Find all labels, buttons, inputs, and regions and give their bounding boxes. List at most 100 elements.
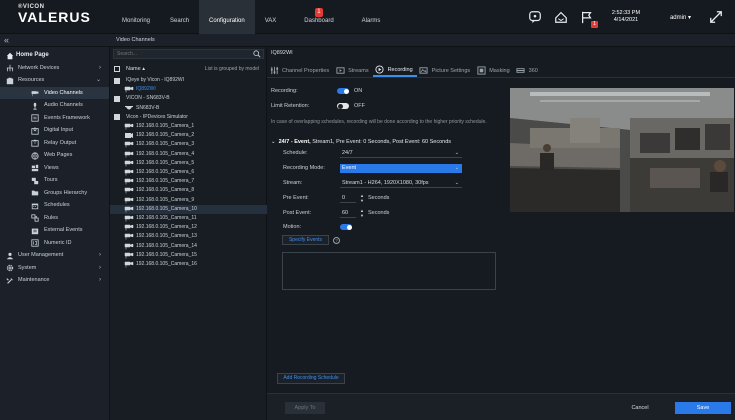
nav-configuration[interactable]: Configuration — [199, 0, 255, 34]
sidebar-item-video-channels[interactable]: Video Channels — [0, 86, 109, 99]
post-event-input[interactable]: 60 — [340, 209, 356, 218]
sidebar-item-groups-hierarchy[interactable]: Groups Hierarchy — [0, 187, 109, 200]
tree-channel-row[interactable]: 192.168.0.105_Camera_4 — [110, 150, 267, 159]
tree-channel-row[interactable]: 192.168.0.105_Camera_5 — [110, 159, 267, 168]
tree-channel-row[interactable]: 192.168.0.105_Camera_3 — [110, 140, 267, 149]
sidebar-network-devices[interactable]: Network Devices › — [0, 62, 109, 75]
help-icon[interactable]: ? — [333, 237, 340, 244]
inbox-icon[interactable] — [550, 6, 572, 28]
flag-badge: 1 — [590, 21, 598, 28]
breadcrumb-bar: « Video Channels — [0, 34, 735, 47]
tree-channel-row[interactable]: 192.168.0.105_Camera_2 — [110, 131, 267, 140]
nav-search[interactable]: Search — [160, 0, 199, 34]
recording-mode-label: Recording Mode: — [283, 165, 325, 171]
name-sort-header[interactable]: Name ▴ — [126, 66, 145, 72]
tab-recording[interactable]: Recording — [372, 64, 417, 77]
fullscreen-icon[interactable] — [705, 6, 727, 28]
tree-group[interactable]: Vicon - IPDevices Simulator — [110, 113, 267, 122]
stream-select[interactable]: Stream1 - H264, 1920X1080, 30fps ⌄ — [340, 179, 462, 188]
post-event-stepper[interactable]: ▲ ▼ — [360, 208, 365, 218]
sidebar-maintenance[interactable]: Maintenance › — [0, 274, 109, 287]
tree-channel-row[interactable]: 192.168.0.105_Camera_7 — [110, 177, 267, 186]
tree-channel-row[interactable]: 192.168.0.105_Camera_1 — [110, 122, 267, 131]
sidebar-item-views[interactable]: Views — [0, 162, 109, 175]
camera-icon — [124, 206, 134, 213]
sidebar-system[interactable]: System › — [0, 262, 109, 275]
post-event-unit: Seconds — [368, 210, 390, 216]
sidebar-item-relay-output[interactable]: Relay Output — [0, 137, 109, 150]
tree-group[interactable]: IQeye by Vicon - IQ892WI — [110, 76, 267, 85]
tree-channel-row[interactable]: 192.168.0.105_Camera_10 — [110, 204, 267, 214]
nav-dashboard[interactable]: 1 Dashboard — [286, 0, 351, 34]
tree-row-label: 192.168.0.105_Camera_10 — [136, 205, 197, 212]
rules-icon — [30, 214, 39, 223]
schedule-header-title: 24/7 - Event, — [278, 139, 311, 145]
tab-streams[interactable]: Streams — [333, 64, 372, 77]
tab-picture-settings[interactable]: Picture Settings — [417, 64, 475, 77]
sidebar-item-digital-input[interactable]: Digital Input — [0, 124, 109, 137]
tab-label: Recording — [387, 66, 413, 73]
chat-icon[interactable] — [524, 6, 546, 28]
search-icon[interactable] — [253, 50, 261, 58]
tree-channel-row[interactable]: IQ892WI — [110, 85, 267, 94]
sidebar-item-events-framework[interactable]: Events Framework — [0, 112, 109, 125]
top-right-toolbar: 1 2:52:33 PM 4/14/2021 admin ▾ — [520, 0, 727, 34]
tab-channel-properties[interactable]: Channel Properties — [267, 64, 333, 77]
pre-event-stepper[interactable]: ▲ ▼ — [360, 193, 365, 203]
sidebar-item-external-events[interactable]: External Events — [0, 224, 109, 237]
tree-channel-row[interactable]: 192.168.0.105_Camera_13 — [110, 232, 267, 241]
grouped-note: List is grouped by model — [204, 66, 259, 72]
camera-icon — [124, 224, 134, 231]
sidebar-item-rules[interactable]: Rules — [0, 212, 109, 225]
sidebar-item-label: Digital Input — [44, 127, 74, 133]
user-menu[interactable]: admin ▾ — [660, 6, 701, 28]
sidebar-item-schedules[interactable]: Schedules — [0, 199, 109, 212]
cancel-button[interactable]: Cancel — [620, 402, 660, 414]
tree-channel-row[interactable]: SN683V-B — [110, 104, 267, 113]
recording-toggle[interactable] — [337, 88, 349, 94]
select-all-checkbox[interactable] — [114, 66, 120, 72]
tree-channel-row[interactable]: 192.168.0.105_Camera_16 — [110, 260, 267, 269]
tree-channel-row[interactable]: 192.168.0.105_Camera_14 — [110, 242, 267, 251]
tab-masking[interactable]: Masking — [474, 64, 513, 77]
specify-events-button[interactable]: Specify Events — [282, 235, 329, 245]
tree-row-label: IQ892WI — [136, 86, 156, 93]
sidebar-item-numeric-id[interactable]: Numeric ID — [0, 237, 109, 250]
tab-360[interactable]: 360 — [514, 64, 542, 77]
search-input[interactable] — [117, 50, 247, 58]
tree-group[interactable]: VICON - SN683V-B — [110, 94, 267, 103]
motion-toggle[interactable] — [340, 224, 352, 230]
tree-channel-row[interactable]: 192.168.0.105_Camera_12 — [110, 223, 267, 232]
pre-event-input[interactable]: 0 — [340, 194, 356, 203]
sidebar-item-tours[interactable]: Tours — [0, 174, 109, 187]
group-toggle-icon[interactable] — [114, 95, 120, 102]
apply-to-button[interactable]: Apply To — [285, 402, 325, 414]
add-recording-schedule-button[interactable]: Add Recording Schedule — [277, 373, 345, 384]
group-toggle-icon[interactable] — [114, 114, 120, 121]
tree-channel-row[interactable]: 192.168.0.105_Camera_9 — [110, 196, 267, 205]
pre-event-label: Pre Event: — [283, 195, 309, 201]
tree-channel-row[interactable]: 192.168.0.105_Camera_8 — [110, 186, 267, 195]
tree-channel-row[interactable]: 192.168.0.105_Camera_11 — [110, 214, 267, 223]
sidebar-user-management[interactable]: User Management › — [0, 249, 109, 262]
nav-monitoring[interactable]: Monitoring — [112, 0, 160, 34]
nav-alarms[interactable]: Alarms — [352, 0, 391, 34]
sidebar-item-label: Tours — [44, 177, 58, 183]
recording-mode-select[interactable]: Event ⌄ — [340, 164, 462, 173]
schedule-select[interactable]: 24/7 ⌄ — [340, 149, 462, 158]
camera-icon — [124, 215, 134, 222]
flag-icon[interactable]: 1 — [576, 6, 598, 28]
collapse-sidebar-icon[interactable]: « — [4, 35, 9, 45]
schedule-header[interactable]: ⌄ 24/7 - Event, Stream1, Pre Event: 0 Sec… — [271, 139, 451, 145]
nav-vax[interactable]: VAX — [255, 0, 287, 34]
sidebar-resources[interactable]: Resources ⌄ — [0, 74, 109, 87]
group-toggle-icon[interactable] — [114, 77, 120, 84]
limit-retention-toggle[interactable] — [337, 103, 349, 109]
sidebar-item-audio-channels[interactable]: Audio Channels — [0, 99, 109, 112]
stream-value: Stream1 - H264, 1920X1080, 30fps — [342, 180, 429, 186]
sidebar-item-web-pages[interactable]: Web Pages — [0, 149, 109, 162]
save-button[interactable]: Save — [675, 402, 731, 414]
sidebar-home[interactable]: Home Page — [0, 49, 109, 62]
tree-channel-row[interactable]: 192.168.0.105_Camera_6 — [110, 168, 267, 177]
tree-channel-row[interactable]: 192.168.0.105_Camera_15 — [110, 251, 267, 260]
